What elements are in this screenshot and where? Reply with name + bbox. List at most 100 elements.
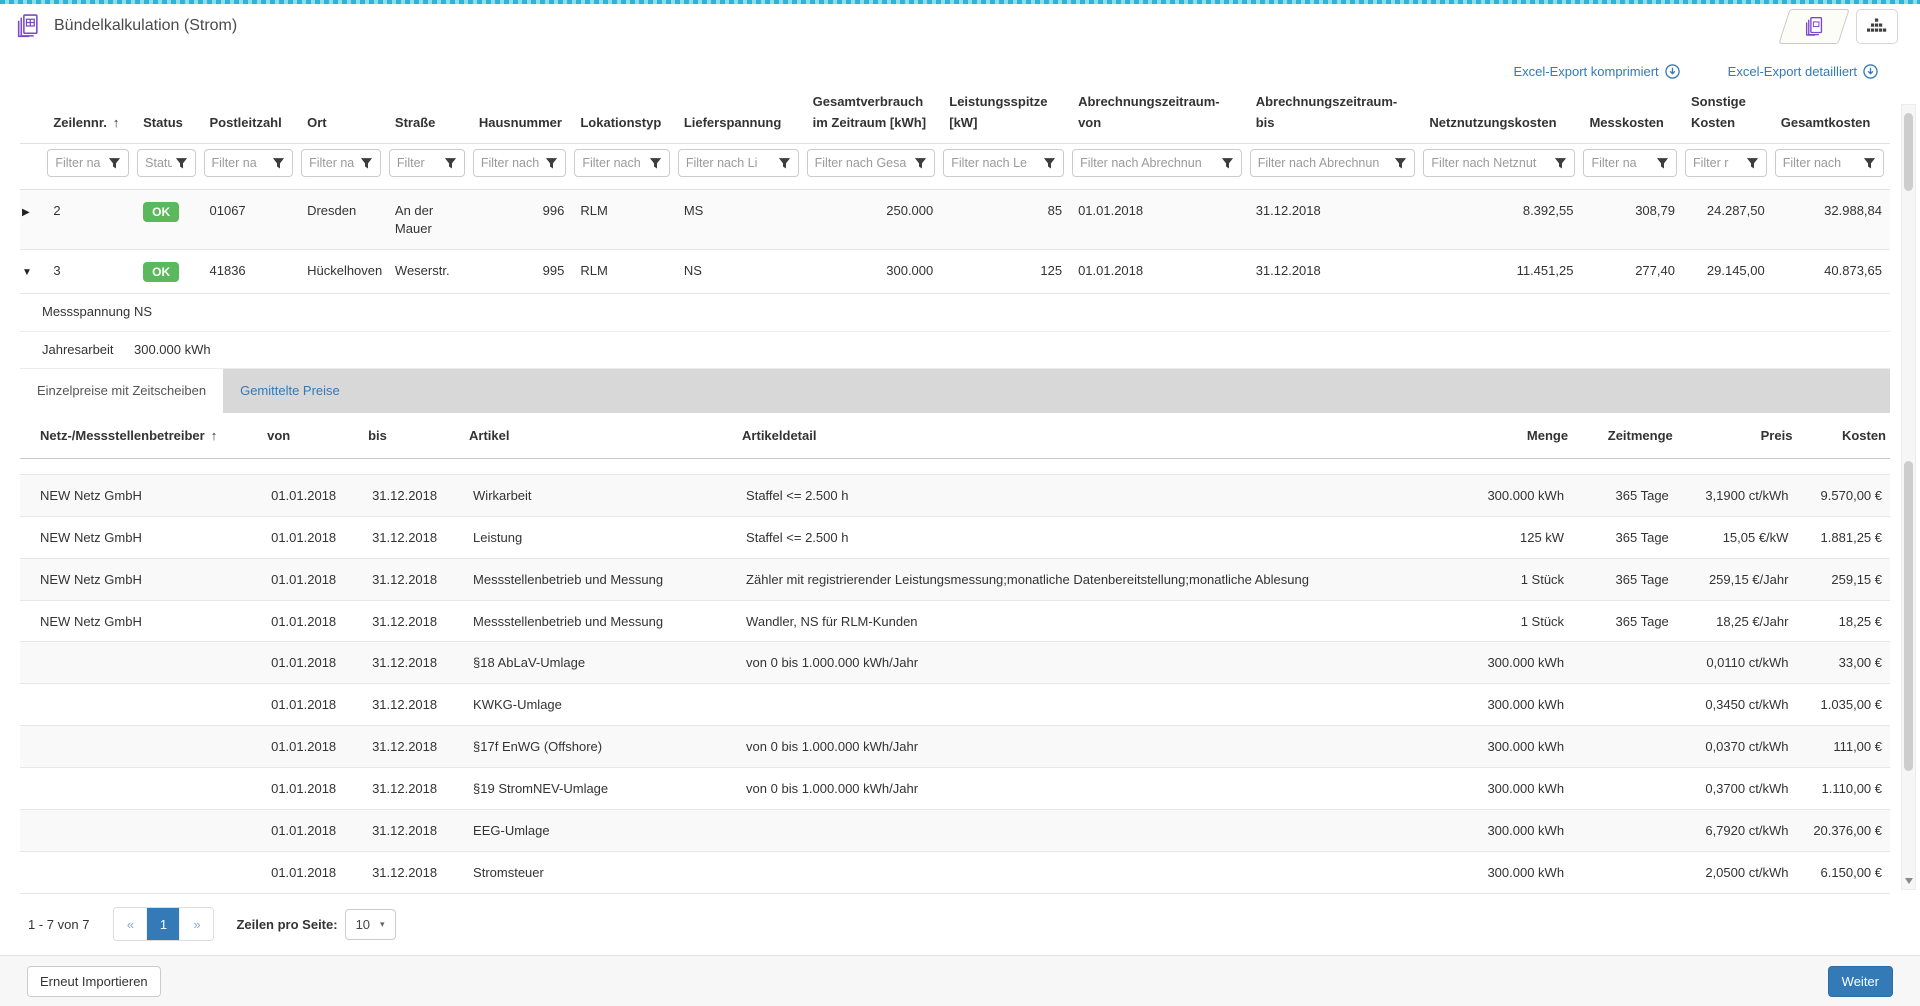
header-artikeldetail[interactable]: Artikeldetail bbox=[738, 413, 1338, 459]
cell-zeitmenge bbox=[1572, 810, 1677, 852]
cell-betreiber bbox=[20, 642, 263, 684]
cell-artikeldetail bbox=[738, 852, 1338, 894]
bundle-row-3[interactable]: ▼ 3 OK 41836 Hückelhoven Weserstr. 995 R… bbox=[20, 249, 1890, 293]
cell-ort: Dresden bbox=[299, 190, 387, 250]
cell-menge: 1 Stück bbox=[1338, 600, 1572, 642]
tab-gemittelte-preise[interactable]: Gemittelte Preise bbox=[223, 369, 357, 413]
cell-bis: 31.12.2018 bbox=[364, 516, 465, 558]
filter-gesamtkosten-input[interactable] bbox=[1783, 156, 1860, 170]
next-page-button[interactable]: » bbox=[180, 908, 213, 940]
filter-gesamtverbrauch-input[interactable] bbox=[815, 156, 912, 170]
filter-icon[interactable] bbox=[272, 157, 285, 170]
filter-zeilennr-input[interactable] bbox=[55, 156, 105, 170]
filter-strasse-input[interactable] bbox=[397, 156, 441, 170]
header-preis[interactable]: Preis bbox=[1677, 413, 1797, 459]
cell-von: 01.01.2018 bbox=[263, 726, 364, 768]
header-status[interactable]: Status bbox=[135, 87, 201, 144]
header-von[interactable]: von bbox=[263, 413, 364, 459]
cell-artikel: EEG-Umlage bbox=[465, 810, 738, 852]
header-strasse[interactable]: Straße bbox=[387, 87, 471, 144]
filter-icon[interactable] bbox=[778, 157, 791, 170]
header-lokationstyp[interactable]: Lokationstyp bbox=[572, 87, 675, 144]
footer-bar: Erneut Importieren Weiter bbox=[0, 955, 1920, 1006]
header-netznutzungskosten[interactable]: Netznutzungskosten bbox=[1421, 87, 1581, 144]
expand-row-icon[interactable]: ▶ bbox=[22, 207, 30, 218]
weiter-button[interactable]: Weiter bbox=[1828, 966, 1893, 997]
header-hausnummer[interactable]: Hausnummer bbox=[471, 87, 573, 144]
vertical-scrollbar[interactable] bbox=[1901, 104, 1916, 890]
header-sonstige-kosten[interactable]: Sonstige Kosten bbox=[1683, 87, 1773, 144]
header-gesamtverbrauch[interactable]: Gesamtverbrauch im Zeitraum [kWh] bbox=[805, 87, 942, 144]
filter-lokationstyp-input[interactable] bbox=[582, 156, 645, 170]
filter-abrechnung-von-input[interactable] bbox=[1080, 156, 1218, 170]
filter-icon[interactable] bbox=[1394, 157, 1407, 170]
header-abrechnungszeitraum-bis[interactable]: Abrechnungszeitraum-bis bbox=[1248, 87, 1422, 144]
collapse-row-icon[interactable]: ▼ bbox=[22, 267, 32, 278]
status-badge-cell: OK bbox=[135, 190, 201, 250]
filter-icon[interactable] bbox=[360, 157, 373, 170]
filter-icon[interactable] bbox=[1221, 157, 1234, 170]
filter-sonstige-kosten-input[interactable] bbox=[1693, 156, 1743, 170]
filter-icon[interactable] bbox=[1863, 157, 1876, 170]
header-artikel[interactable]: Artikel bbox=[465, 413, 738, 459]
document-view-button[interactable] bbox=[1778, 9, 1849, 44]
header-menge[interactable]: Menge bbox=[1338, 413, 1572, 459]
filter-messkosten-input[interactable] bbox=[1591, 156, 1653, 170]
filter-icon[interactable] bbox=[175, 157, 188, 170]
header-zeilennr[interactable]: Zeilennr.↑ bbox=[45, 87, 135, 144]
page-size-select[interactable]: 10 ▾ bbox=[345, 909, 396, 940]
header-leistungsspitze[interactable]: Leistungsspitze [kW] bbox=[941, 87, 1070, 144]
reimport-button[interactable]: Erneut Importieren bbox=[27, 966, 161, 997]
header-zeitmenge[interactable]: Zeitmenge bbox=[1572, 413, 1677, 459]
header-gesamtkosten[interactable]: Gesamtkosten bbox=[1773, 87, 1890, 144]
header-betreiber[interactable]: Netz-/Messstellenbetreiber↑ bbox=[20, 413, 263, 459]
tab-einzelpreise-mit-zeitscheiben[interactable]: Einzelpreise mit Zeitscheiben bbox=[20, 369, 223, 413]
filter-icon[interactable] bbox=[1746, 157, 1759, 170]
header-kosten[interactable]: Kosten bbox=[1796, 413, 1890, 459]
filter-lieferspannung-input[interactable] bbox=[686, 156, 775, 170]
filter-icon[interactable] bbox=[545, 157, 558, 170]
header-bis[interactable]: bis bbox=[364, 413, 465, 459]
filter-icon[interactable] bbox=[914, 157, 927, 170]
excel-export-detailliert-link[interactable]: Excel-Export detailliert bbox=[1728, 64, 1878, 79]
previous-page-button[interactable]: « bbox=[114, 908, 147, 940]
cell-sonstige-kosten: 24.287,50 bbox=[1683, 190, 1773, 250]
filter-status-input[interactable] bbox=[145, 156, 171, 170]
header-messkosten[interactable]: Messkosten bbox=[1581, 87, 1683, 144]
bundle-row-2[interactable]: ▶ 2 OK 01067 Dresden An der Mauer 996 RL… bbox=[20, 190, 1890, 250]
header-lieferspannung[interactable]: Lieferspannung bbox=[676, 87, 805, 144]
detail-header-row: Netz-/Messstellenbetreiber↑ von bis Arti… bbox=[20, 413, 1890, 459]
filter-icon[interactable] bbox=[1656, 157, 1669, 170]
filter-postleitzahl-input[interactable] bbox=[212, 156, 270, 170]
chart-view-button[interactable] bbox=[1856, 9, 1898, 44]
cell-betreiber: NEW Netz GmbH bbox=[20, 600, 263, 642]
scrollbar-thumb[interactable] bbox=[1904, 461, 1913, 771]
filter-ort-input[interactable] bbox=[309, 156, 357, 170]
filter-leistungsspitze-input[interactable] bbox=[951, 156, 1040, 170]
price-detail-table: Netz-/Messstellenbetreiber↑ von bis Arti… bbox=[20, 413, 1890, 894]
header-abrechnungszeitraum-von[interactable]: Abrechnungszeitraum-von bbox=[1070, 87, 1248, 144]
filter-netznutzungskosten-input[interactable] bbox=[1431, 156, 1551, 170]
cell-lieferspannung: MS bbox=[676, 190, 805, 250]
filter-icon[interactable] bbox=[108, 157, 121, 170]
header-postleitzahl[interactable]: Postleitzahl bbox=[202, 87, 300, 144]
header-ort[interactable]: Ort bbox=[299, 87, 387, 144]
filter-ort bbox=[301, 149, 381, 177]
filter-icon[interactable] bbox=[649, 157, 662, 170]
filter-hausnummer-input[interactable] bbox=[481, 156, 543, 170]
filter-icon[interactable] bbox=[1554, 157, 1567, 170]
cell-postleitzahl: 41836 bbox=[202, 249, 300, 293]
scrollbar-thumb[interactable] bbox=[1904, 113, 1913, 191]
filter-icon[interactable] bbox=[444, 157, 457, 170]
filter-abrechnung-bis-input[interactable] bbox=[1258, 156, 1392, 170]
cell-menge: 300.000 kWh bbox=[1338, 852, 1572, 894]
excel-export-komprimiert-link[interactable]: Excel-Export komprimiert bbox=[1513, 64, 1679, 79]
scroll-down-arrow-icon[interactable] bbox=[1905, 878, 1913, 884]
cell-zeitmenge bbox=[1572, 768, 1677, 810]
cell-hausnummer: 995 bbox=[471, 249, 573, 293]
filter-icon[interactable] bbox=[1043, 157, 1056, 170]
cell-abrechnung-von: 01.01.2018 bbox=[1070, 249, 1248, 293]
cell-preis: 18,25 €/Jahr bbox=[1677, 600, 1797, 642]
page-1-button[interactable]: 1 bbox=[147, 908, 180, 940]
cell-artikel: Stromsteuer bbox=[465, 852, 738, 894]
